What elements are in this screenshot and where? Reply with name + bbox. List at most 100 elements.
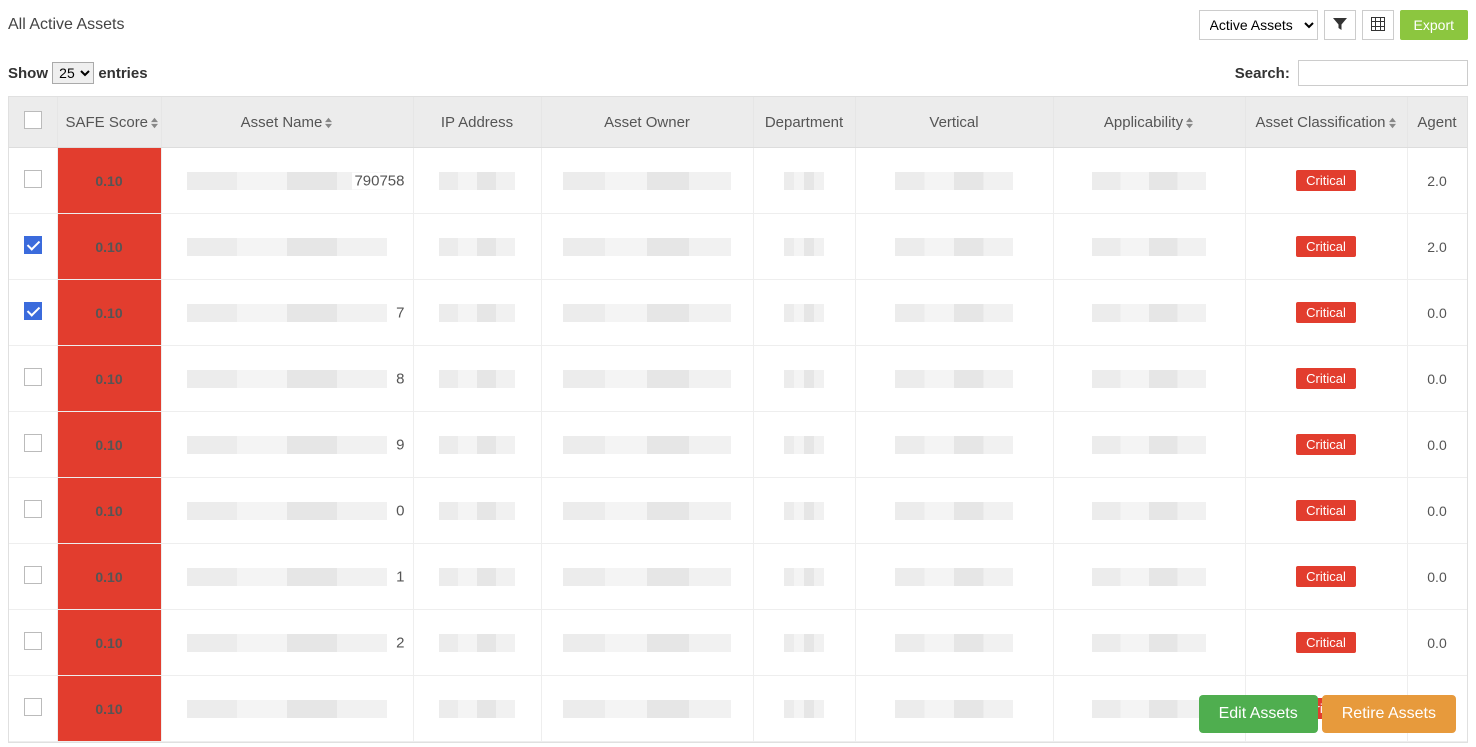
classification-cell: Critical xyxy=(1245,280,1407,346)
row-checkbox[interactable] xyxy=(24,170,42,188)
ip-address-cell xyxy=(413,544,541,610)
row-select-cell[interactable] xyxy=(9,214,57,280)
asset-name-fragment: 790758 xyxy=(352,172,404,189)
row-select-cell[interactable] xyxy=(9,544,57,610)
vertical-cell xyxy=(855,676,1053,742)
col-header-applicability[interactable]: Applicability xyxy=(1053,97,1245,148)
table-row[interactable]: 0.10790758Critical2.0 xyxy=(9,148,1467,214)
asset-filter-select[interactable]: Active Assets xyxy=(1199,10,1318,40)
row-checkbox[interactable] xyxy=(24,632,42,650)
columns-button[interactable] xyxy=(1362,10,1394,40)
col-header-agent[interactable]: Agent xyxy=(1407,97,1467,148)
asset-name-cell[interactable]: 2 xyxy=(161,610,413,676)
vertical-cell xyxy=(855,148,1053,214)
col-header-asset-name[interactable]: Asset Name xyxy=(161,97,413,148)
table-row[interactable]: 0.108Critical0.0 xyxy=(9,346,1467,412)
show-entries: Show 25 entries xyxy=(8,62,148,84)
col-header-ip-address[interactable]: IP Address xyxy=(413,97,541,148)
edit-assets-button[interactable]: Edit Assets xyxy=(1199,695,1318,733)
col-header-asset-owner[interactable]: Asset Owner xyxy=(541,97,753,148)
table-row[interactable]: 0.100Critical0.0 xyxy=(9,478,1467,544)
agent-cell: 2.0 xyxy=(1407,214,1467,280)
row-checkbox[interactable] xyxy=(24,566,42,584)
vertical-cell xyxy=(855,478,1053,544)
row-checkbox[interactable] xyxy=(24,698,42,716)
asset-owner-cell xyxy=(541,346,753,412)
asset-name-cell[interactable]: 9 xyxy=(161,412,413,478)
vertical-cell xyxy=(855,544,1053,610)
ip-address-cell xyxy=(413,478,541,544)
asset-name-cell[interactable]: 7 xyxy=(161,280,413,346)
row-select-cell[interactable] xyxy=(9,412,57,478)
asset-name-fragment: 2 xyxy=(394,634,404,651)
classification-cell: Critical xyxy=(1245,610,1407,676)
assets-table: SAFE Score Asset Name IP Address Asset O… xyxy=(9,97,1468,742)
asset-owner-cell xyxy=(541,280,753,346)
agent-cell: 0.0 xyxy=(1407,280,1467,346)
agent-cell: 0.0 xyxy=(1407,412,1467,478)
search-input[interactable] xyxy=(1298,60,1468,86)
safe-score-cell: 0.10 xyxy=(57,280,161,346)
select-all-checkbox[interactable] xyxy=(24,111,42,129)
page-size-select[interactable]: 25 xyxy=(52,62,94,84)
page-title: All Active Assets xyxy=(8,16,125,34)
department-cell xyxy=(753,280,855,346)
row-select-cell[interactable] xyxy=(9,148,57,214)
ip-address-cell xyxy=(413,676,541,742)
row-checkbox[interactable] xyxy=(24,500,42,518)
applicability-cell xyxy=(1053,412,1245,478)
department-cell xyxy=(753,610,855,676)
classification-cell: Critical xyxy=(1245,346,1407,412)
row-select-cell[interactable] xyxy=(9,478,57,544)
asset-name-cell[interactable] xyxy=(161,676,413,742)
table-header-row: SAFE Score Asset Name IP Address Asset O… xyxy=(9,97,1467,148)
row-select-cell[interactable] xyxy=(9,676,57,742)
asset-name-fragment: 8 xyxy=(394,370,404,387)
sort-icon xyxy=(1388,116,1397,130)
table-row[interactable]: 0.102Critical0.0 xyxy=(9,610,1467,676)
safe-score-cell: 0.10 xyxy=(57,412,161,478)
row-checkbox[interactable] xyxy=(24,368,42,386)
row-checkbox[interactable] xyxy=(24,434,42,452)
applicability-cell xyxy=(1053,478,1245,544)
assets-table-wrap: SAFE Score Asset Name IP Address Asset O… xyxy=(8,96,1468,743)
asset-name-cell[interactable] xyxy=(161,214,413,280)
row-select-cell[interactable] xyxy=(9,280,57,346)
classification-badge: Critical xyxy=(1296,236,1356,257)
asset-name-cell[interactable]: 0 xyxy=(161,478,413,544)
ip-address-cell xyxy=(413,346,541,412)
export-button[interactable]: Export xyxy=(1400,10,1468,40)
table-row[interactable]: 0.101Critical0.0 xyxy=(9,544,1467,610)
row-checkbox[interactable] xyxy=(24,302,42,320)
table-row[interactable]: 0.109Critical0.0 xyxy=(9,412,1467,478)
header-actions: Active Assets Export xyxy=(1199,10,1468,40)
classification-cell: Critical xyxy=(1245,478,1407,544)
classification-cell: Critical xyxy=(1245,544,1407,610)
row-select-cell[interactable] xyxy=(9,610,57,676)
table-row[interactable]: 0.10Critical2.0 xyxy=(9,214,1467,280)
sort-icon xyxy=(150,116,159,130)
classification-badge: Critical xyxy=(1296,632,1356,653)
grid-icon xyxy=(1370,16,1386,35)
retire-assets-button[interactable]: Retire Assets xyxy=(1322,695,1456,733)
col-header-asset-classification[interactable]: Asset Classification xyxy=(1245,97,1407,148)
table-row[interactable]: 0.107 Critical 0.0 xyxy=(9,280,1467,346)
department-cell xyxy=(753,676,855,742)
applicability-cell xyxy=(1053,544,1245,610)
row-select-cell[interactable] xyxy=(9,346,57,412)
classification-badge: Critical xyxy=(1296,302,1356,323)
ip-address-cell xyxy=(413,280,541,346)
vertical-cell xyxy=(855,346,1053,412)
search-box: Search: xyxy=(1235,60,1468,86)
asset-name-cell[interactable]: 8 xyxy=(161,346,413,412)
asset-name-cell[interactable]: 1 xyxy=(161,544,413,610)
col-header-department[interactable]: Department xyxy=(753,97,855,148)
asset-name-cell[interactable]: 790758 xyxy=(161,148,413,214)
filter-button[interactable] xyxy=(1324,10,1356,40)
col-header-select[interactable] xyxy=(9,97,57,148)
col-header-vertical[interactable]: Vertical xyxy=(855,97,1053,148)
department-cell xyxy=(753,346,855,412)
col-header-safe-score[interactable]: SAFE Score xyxy=(57,97,161,148)
vertical-cell xyxy=(855,214,1053,280)
row-checkbox[interactable] xyxy=(24,236,42,254)
